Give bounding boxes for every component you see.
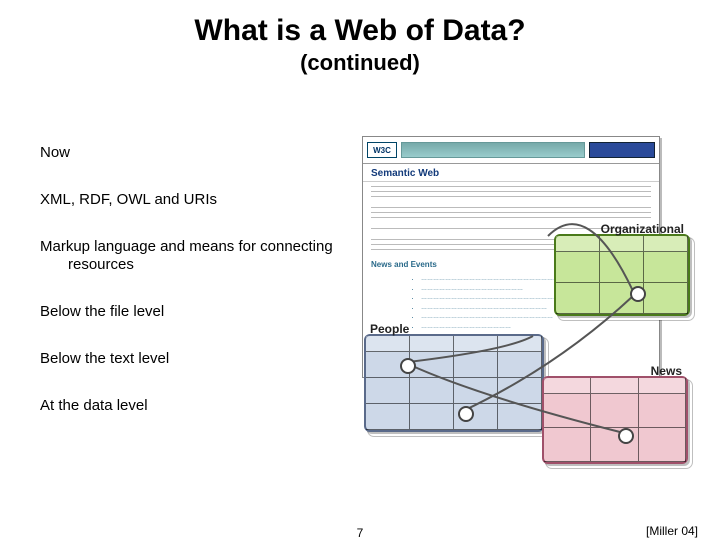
node-icon (630, 286, 646, 302)
placeholder-text (371, 207, 651, 221)
node-icon (618, 428, 634, 444)
citation: [Miller 04] (646, 524, 698, 538)
figure: W3C Semantic Web News and Events …………………… (358, 136, 688, 476)
w3c-logo: W3C (367, 142, 397, 158)
bullet-item: At the data level (40, 397, 360, 416)
placeholder-link: ……………………………………… (421, 323, 651, 333)
bullet-item: Now (40, 144, 360, 163)
browser-header: W3C (363, 137, 659, 164)
placeholder-text (371, 186, 651, 200)
card-label: Organizational (601, 222, 684, 236)
card-people: People (364, 334, 544, 432)
node-icon (400, 358, 416, 374)
bullet-list: Now XML, RDF, OWL and URIs Markup langua… (40, 144, 360, 443)
card-label: People (370, 322, 409, 336)
slide-title: What is a Web of Data? (0, 14, 720, 48)
card-news: News (542, 376, 688, 464)
slide-subtitle: (continued) (0, 50, 720, 76)
header-bar-graphic (401, 142, 585, 158)
bullet-item: XML, RDF, OWL and URIs (40, 191, 360, 210)
page-number: 7 (357, 526, 364, 540)
bullet-item: Markup language and means for connecting… (40, 238, 360, 276)
semantic-web-banner (589, 142, 655, 158)
bullet-item: Below the file level (40, 303, 360, 322)
card-organizational: Organizational (554, 234, 690, 316)
bullet-item: Below the text level (40, 350, 360, 369)
page-heading: Semantic Web (363, 164, 659, 182)
node-icon (458, 406, 474, 422)
card-label: News (651, 364, 682, 378)
